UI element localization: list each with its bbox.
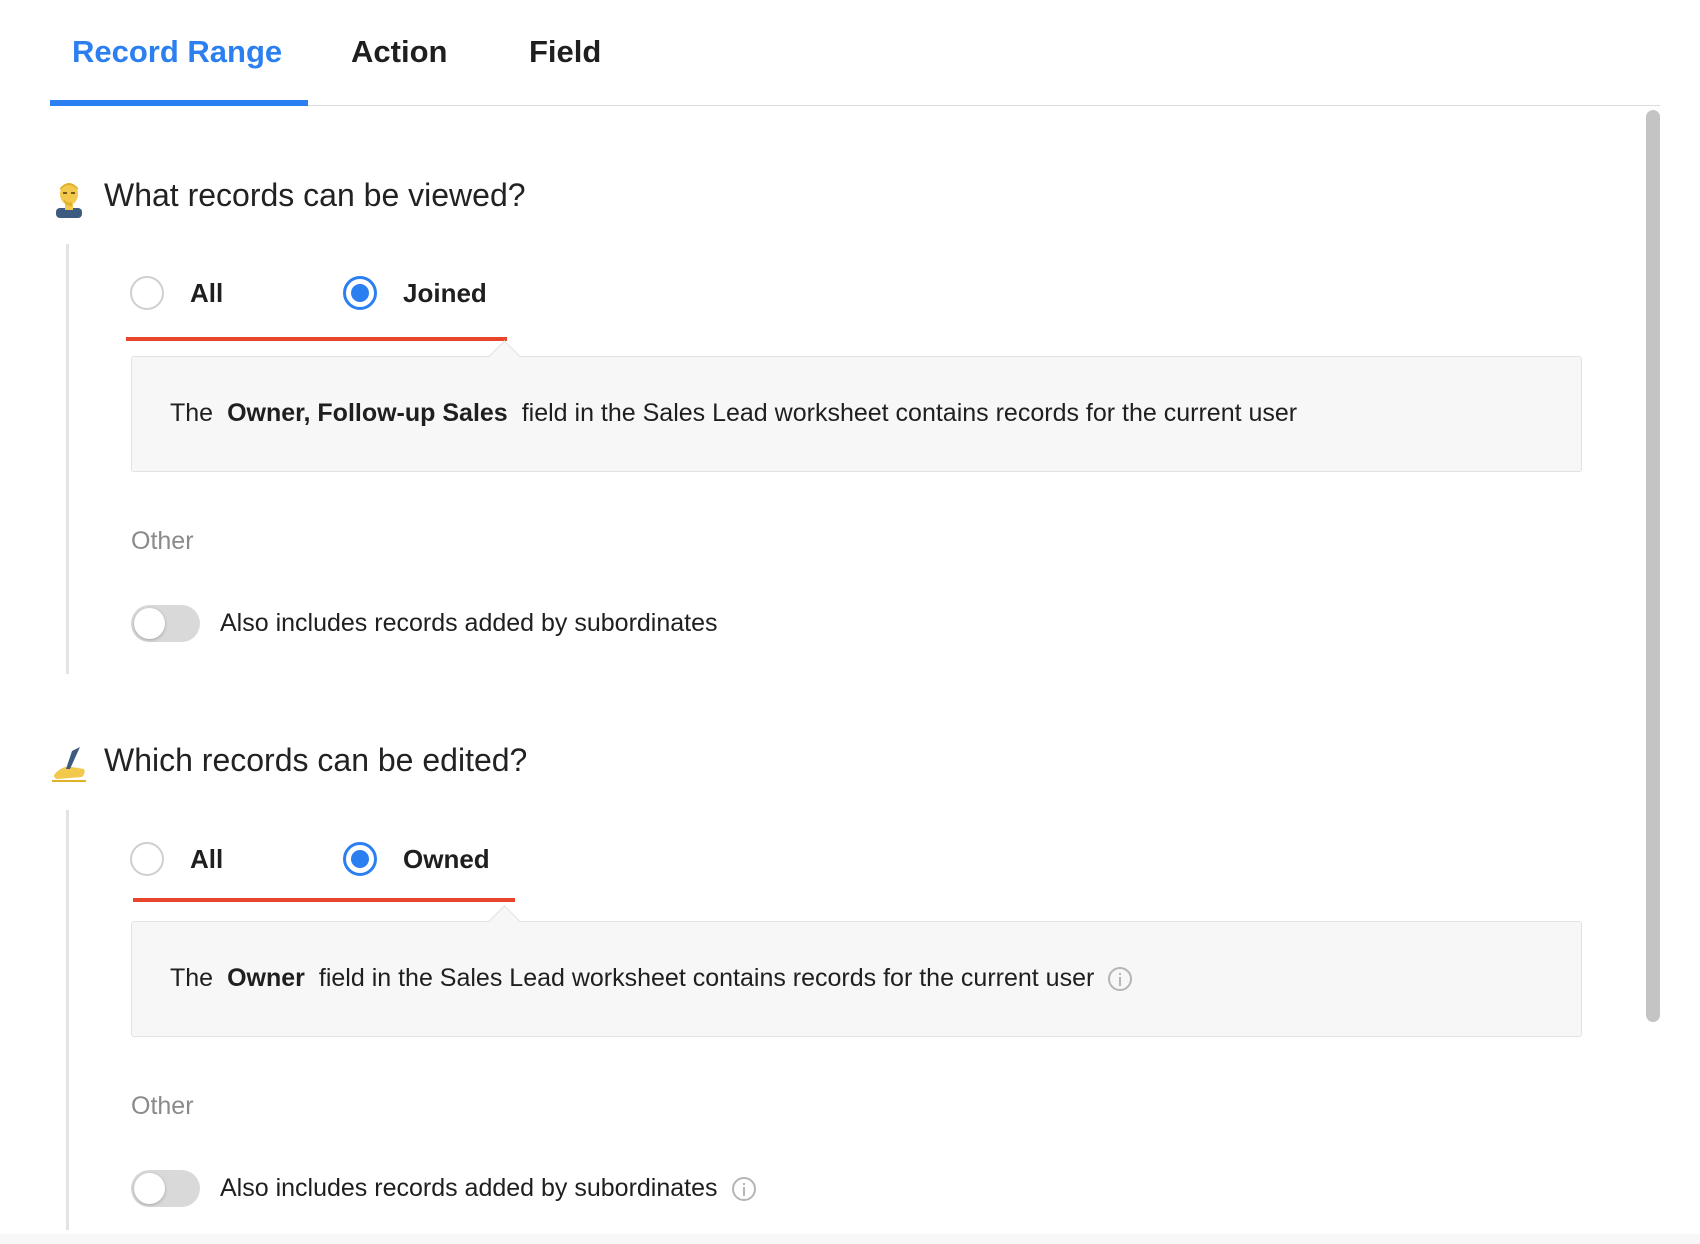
view-description-box: The Owner, Follow-up Sales field in the … [131, 340, 1582, 472]
edit-description-field: Owner [227, 964, 305, 992]
view-description: The Owner, Follow-up Sales field in the … [170, 399, 1298, 427]
view-radio-all-circle[interactable] [130, 276, 164, 310]
view-radio-joined-circle[interactable] [343, 276, 377, 310]
view-radio-all[interactable]: All [130, 276, 223, 310]
view-subordinates-label: Also includes records added by subordina… [220, 609, 718, 637]
edit-subordinates-row: Also includes records added by subordina… [131, 1170, 756, 1207]
edit-radio-all[interactable]: All [130, 842, 223, 876]
view-section-line [66, 244, 69, 674]
edit-subordinates-toggle[interactable] [131, 1170, 200, 1207]
edit-subordinates-label: Also includes records added by subordina… [220, 1174, 718, 1202]
view-subordinates-toggle[interactable] [131, 605, 200, 642]
tab-action[interactable]: Action [351, 34, 447, 70]
view-section-heading: What records can be viewed? [104, 176, 526, 213]
edit-description: The Owner field in the Sales Lead worksh… [170, 964, 1133, 993]
view-description-field: Owner, Follow-up Sales [227, 399, 508, 427]
edit-section-line [66, 810, 69, 1230]
edit-radio-owned-label: Owned [403, 843, 490, 874]
info-icon[interactable] [731, 1176, 756, 1201]
view-options-underline [126, 337, 507, 341]
edit-section-heading: Which records can be edited? [104, 741, 528, 778]
info-icon[interactable] [1108, 966, 1133, 991]
active-tab-indicator [50, 100, 308, 106]
edit-description-box: The Owner field in the Sales Lead worksh… [131, 905, 1582, 1037]
view-radio-all-label: All [190, 277, 224, 308]
view-radio-joined-label: Joined [403, 277, 487, 308]
view-radio-joined[interactable]: Joined [343, 276, 487, 310]
edit-radio-owned[interactable]: Owned [343, 842, 490, 876]
edit-options-underline [133, 898, 515, 902]
bottom-strip [0, 1234, 1700, 1244]
tab-record-range[interactable]: Record Range [72, 34, 282, 70]
edit-section-title: Which records can be edited? [50, 741, 528, 782]
tab-field[interactable]: Field [529, 34, 601, 70]
view-subordinates-row: Also includes records added by subordina… [131, 605, 718, 642]
thinking-person-icon [50, 180, 88, 218]
edit-other-label: Other [131, 1092, 194, 1120]
view-other-label: Other [131, 527, 194, 555]
edit-radio-all-label: All [190, 843, 224, 874]
view-section-title: What records can be viewed? [50, 176, 526, 218]
edit-radio-all-circle[interactable] [130, 842, 164, 876]
vertical-scrollbar[interactable] [1646, 110, 1660, 1022]
edit-radio-owned-circle[interactable] [343, 842, 377, 876]
writing-hand-icon [50, 745, 88, 783]
tab-bar: Record Range Action Field [50, 0, 1660, 106]
